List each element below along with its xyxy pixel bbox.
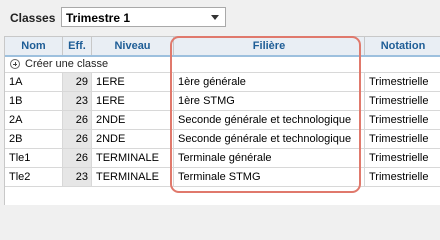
- cell-filiere: Terminale STMG: [174, 168, 365, 186]
- table-row[interactable]: 1B 23 1ERE 1ère STMG Trimestrielle: [5, 92, 440, 111]
- classes-table: Nom Eff. Niveau Filière Notation Créer u…: [4, 36, 440, 205]
- cell-eff: 26: [63, 130, 92, 148]
- cell-nom: Tle2: [5, 168, 63, 186]
- chevron-down-icon[interactable]: [211, 15, 219, 20]
- cell-eff: 23: [63, 168, 92, 186]
- cell-filiere: Seconde générale et technologique: [174, 111, 365, 129]
- cell-niveau: 1ERE: [92, 73, 174, 91]
- cell-eff: 26: [63, 149, 92, 167]
- cell-niveau: 2NDE: [92, 130, 174, 148]
- column-header-notation[interactable]: Notation: [365, 37, 440, 55]
- cell-niveau: TERMINALE: [92, 149, 174, 167]
- column-header-niveau[interactable]: Niveau: [92, 37, 174, 55]
- table-row[interactable]: 2B 26 2NDE Seconde générale et technologiqu…: [5, 130, 440, 149]
- cell-filiere: Terminale générale: [174, 149, 365, 167]
- column-header-nom[interactable]: Nom: [5, 37, 63, 55]
- create-class-row[interactable]: Créer une classe: [5, 57, 440, 73]
- cell-nom: Tle1: [5, 149, 63, 167]
- cell-filiere: 1ère générale: [174, 73, 365, 91]
- toolbar: Classes Trimestre 1: [0, 0, 440, 34]
- table-header: Nom Eff. Niveau Filière Notation: [5, 37, 440, 57]
- cell-nom: 1A: [5, 73, 63, 91]
- classes-label: Classes: [10, 11, 56, 25]
- cell-niveau: 2NDE: [92, 111, 174, 129]
- cell-notation: Trimestrielle: [369, 152, 429, 164]
- table-row[interactable]: 1A 29 1ERE 1ère générale Trimestrielle: [5, 73, 440, 92]
- period-select-value: Trimestre 1: [66, 11, 131, 25]
- column-header-filiere[interactable]: Filière: [174, 37, 365, 55]
- cell-nom: 2B: [5, 130, 63, 148]
- cell-filiere: 1ère STMG: [174, 92, 365, 110]
- cell-notation: Trimestrielle: [369, 114, 429, 126]
- column-header-eff[interactable]: Eff.: [63, 37, 92, 55]
- period-select[interactable]: Trimestre 1: [61, 7, 226, 27]
- cell-niveau: TERMINALE: [92, 168, 174, 186]
- cell-notation: Trimestrielle: [369, 76, 429, 88]
- plus-circle-icon[interactable]: [10, 59, 20, 69]
- cell-eff: 23: [63, 92, 92, 110]
- cell-notation: Trimestrielle: [369, 133, 429, 145]
- cell-niveau: 1ERE: [92, 92, 174, 110]
- table-row[interactable]: Tle1 26 TERMINALE Terminale générale Trimest…: [5, 149, 440, 168]
- cell-eff: 26: [63, 111, 92, 129]
- cell-notation: Trimestrielle: [369, 171, 429, 183]
- cell-nom: 1B: [5, 92, 63, 110]
- cell-nom: 2A: [5, 111, 63, 129]
- table-row[interactable]: Tle2 23 TERMINALE Terminale STMG Trimestriel…: [5, 168, 440, 187]
- table-row[interactable]: 2A 26 2NDE Seconde générale et technologiqu…: [5, 111, 440, 130]
- create-class-label[interactable]: Créer une classe: [25, 58, 108, 70]
- cell-eff: 29: [63, 73, 92, 91]
- cell-filiere: Seconde générale et technologique: [174, 130, 365, 148]
- cell-notation: Trimestrielle: [369, 95, 429, 107]
